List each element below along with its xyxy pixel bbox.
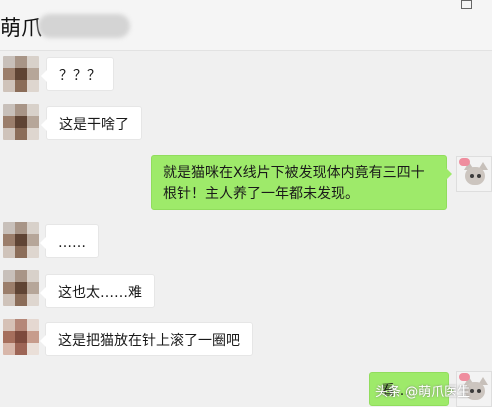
contact-avatar[interactable] [3,222,39,258]
cat-eye-icon [470,389,474,393]
chat-title: 萌爪 [0,16,42,40]
cat-eye-icon [477,174,481,178]
cat-eye-icon [470,174,474,178]
bow-icon [459,373,470,381]
message-text: …… [58,235,86,251]
message-text: 这是把猫放在针上滚了一圈吧 [58,333,240,349]
contact-avatar[interactable] [3,270,39,306]
message-bubble: …… [40,224,99,258]
cat-eye-icon [477,389,481,393]
contact-avatar[interactable] [3,319,39,355]
message-bubble: 这是把猫放在针上滚了一圈吧 [40,322,253,356]
message-bubble: 就是猫咪在X线片下被发现体内竟有三四十根针！主人养了一年都未发现。 [151,155,452,210]
contact-avatar[interactable] [3,104,39,140]
message-text: 这也太……难 [58,285,142,301]
pin-icon[interactable]: ⌃ [397,0,408,10]
watermark: 头条 @萌爪医生 [375,385,471,400]
message-bubble: ？？？ [41,57,114,91]
message-bubble: 这也太……难 [40,274,155,308]
message-text: ？？？ [59,68,101,84]
bow-icon [459,158,470,166]
message-bubble: 这是干啥了 [41,106,142,140]
message-text: 就是猫咪在X线片下被发现体内竟有三四十根针！主人养了一年都未发现。 [163,165,425,202]
maximize-icon[interactable] [461,0,472,9]
message-text: 这是干啥了 [59,117,129,133]
contact-avatar[interactable] [3,56,39,92]
minimize-icon[interactable]: — [425,0,438,7]
blurred-contact-name [38,14,130,38]
cat-face-icon [465,167,485,185]
self-avatar[interactable] [456,156,492,192]
chat-header: 萌爪 ⌃ — [0,0,492,51]
